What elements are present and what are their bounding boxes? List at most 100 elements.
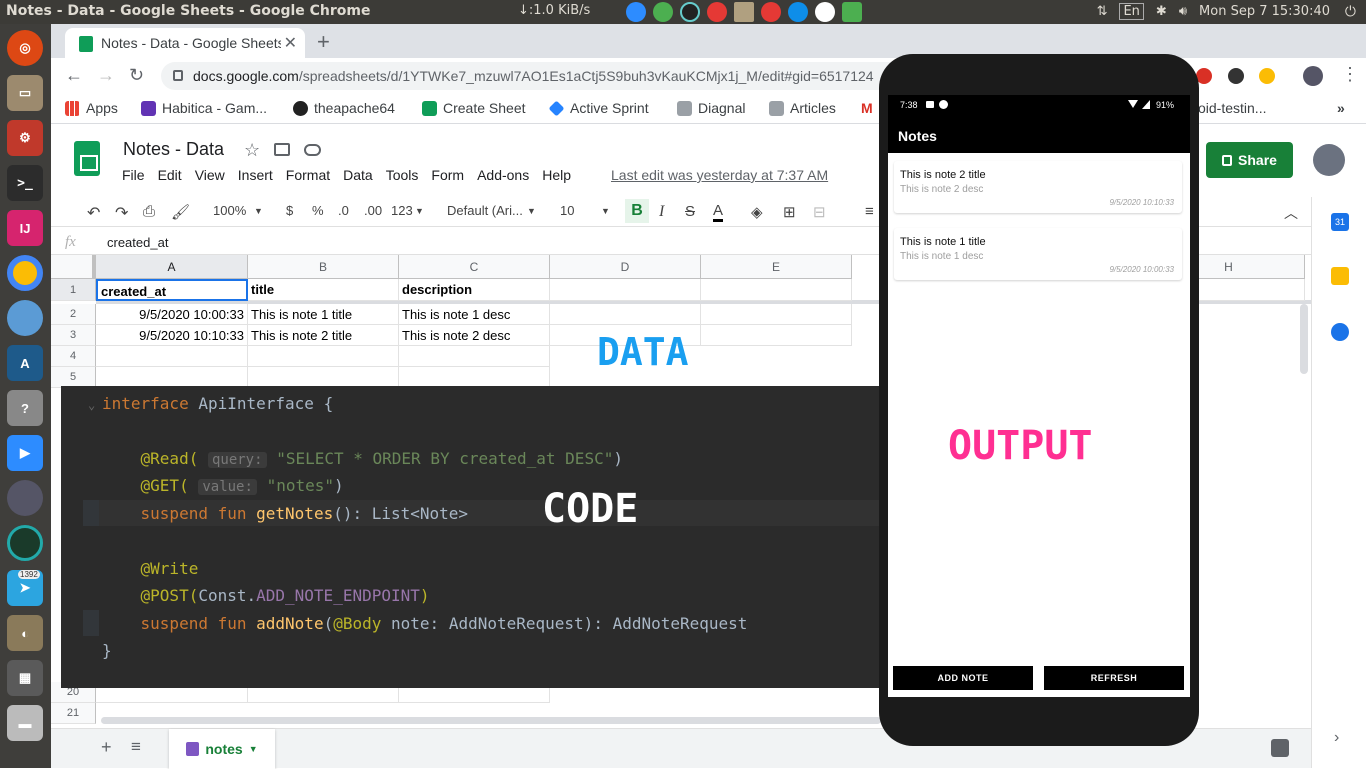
- row-header-2[interactable]: 2: [51, 304, 96, 325]
- expand-panel-icon[interactable]: ›: [1334, 729, 1339, 747]
- reload-icon[interactable]: ↻: [129, 65, 144, 86]
- keyboard-layout[interactable]: En: [1119, 3, 1144, 20]
- menu-form[interactable]: Form: [431, 167, 464, 183]
- bookmark-diagnal[interactable]: Diagnal: [677, 100, 745, 116]
- bookmark-habitica[interactable]: Habitica - Gam...: [141, 100, 267, 116]
- power-icon[interactable]: ⏻: [1345, 3, 1356, 20]
- menu-data[interactable]: Data: [343, 167, 373, 183]
- globe-icon[interactable]: [7, 525, 43, 561]
- sheets-logo-icon[interactable]: [74, 141, 100, 176]
- files-icon[interactable]: ▭: [7, 75, 43, 111]
- workspace-icon[interactable]: ▦: [7, 660, 43, 696]
- font-select[interactable]: Default (Ari...: [447, 203, 523, 218]
- cell-b3[interactable]: This is note 2 title: [248, 325, 399, 346]
- teamviewer-tray-icon[interactable]: [788, 2, 808, 22]
- last-edit-link[interactable]: Last edit was yesterday at 7:37 AM: [611, 167, 828, 183]
- cell-a1[interactable]: created_at: [96, 279, 248, 301]
- menu-addons[interactable]: Add-ons: [477, 167, 529, 183]
- cell-a2[interactable]: 9/5/2020 10:00:33: [96, 304, 248, 325]
- column-header-b[interactable]: B: [248, 255, 399, 279]
- redo-icon[interactable]: ↷: [115, 203, 128, 223]
- star-icon[interactable]: ☆: [244, 140, 260, 161]
- cloud-status-icon[interactable]: [304, 144, 321, 156]
- note-card[interactable]: This is note 1 title This is note 1 desc…: [894, 228, 1182, 280]
- vertical-scrollbar[interactable]: [1300, 304, 1308, 374]
- bookmark-active-sprint[interactable]: Active Sprint: [548, 100, 649, 116]
- font-size-select[interactable]: 10: [560, 203, 574, 218]
- increase-decimal-button[interactable]: .00: [364, 203, 382, 218]
- horizontal-scrollbar[interactable]: [101, 717, 881, 724]
- clipboard-tray-icon[interactable]: [734, 2, 754, 22]
- cell-a3[interactable]: 9/5/2020 10:10:33: [96, 325, 248, 346]
- keep-icon[interactable]: [1331, 267, 1349, 285]
- menu-format[interactable]: Format: [286, 167, 330, 183]
- merge-cells-icon[interactable]: ⊟: [813, 203, 826, 221]
- fire-tray-icon[interactable]: [707, 2, 727, 22]
- collapse-toolbar-icon[interactable]: ︿: [1284, 203, 1298, 223]
- android-studio-icon[interactable]: A: [7, 345, 43, 381]
- text-color-button[interactable]: A: [713, 203, 724, 222]
- bookmark-apps[interactable]: Apps: [65, 100, 118, 116]
- cell-c5[interactable]: [399, 367, 550, 388]
- account-avatar[interactable]: [1313, 144, 1345, 176]
- tab-notes-data[interactable]: Notes - Data - Google Sheets ✕: [65, 28, 305, 58]
- cell-c3[interactable]: This is note 2 desc: [399, 325, 550, 346]
- column-header-d[interactable]: D: [550, 255, 701, 279]
- menu-help[interactable]: Help: [542, 167, 571, 183]
- add-note-button[interactable]: ADD NOTE: [893, 666, 1033, 690]
- chrome-menu-icon[interactable]: ⋮: [1341, 64, 1359, 85]
- row-header-5[interactable]: 5: [51, 367, 96, 388]
- strikethrough-button[interactable]: S: [685, 203, 695, 220]
- cell-c1[interactable]: description: [399, 279, 550, 301]
- menu-view[interactable]: View: [195, 167, 225, 183]
- slack-tray-icon[interactable]: [815, 2, 835, 22]
- bookmark-articles[interactable]: Articles: [769, 100, 836, 116]
- column-header-a[interactable]: A: [96, 255, 248, 279]
- cell-e1[interactable]: [701, 279, 852, 301]
- forward-icon[interactable]: →: [97, 65, 115, 86]
- ubuntu-icon[interactable]: ◎: [7, 30, 43, 66]
- explore-icon[interactable]: [1271, 739, 1289, 757]
- terminal-icon[interactable]: >_: [7, 165, 43, 201]
- more-formats-select[interactable]: 123: [391, 203, 413, 218]
- volume-icon[interactable]: 🔊︎: [1179, 4, 1187, 19]
- unknown-app-icon[interactable]: ?: [7, 390, 43, 426]
- transfer-icon[interactable]: ⇅: [1097, 4, 1108, 19]
- notify-tray-icon[interactable]: [761, 2, 781, 22]
- fold-icon[interactable]: ⌄: [88, 398, 95, 412]
- cell-a4[interactable]: [96, 346, 248, 367]
- row-header-4[interactable]: 4: [51, 346, 96, 367]
- refresh-button[interactable]: REFRESH: [1044, 666, 1184, 690]
- globe-tray-icon[interactable]: [680, 2, 700, 22]
- column-header-e[interactable]: E: [701, 255, 852, 279]
- tasks-icon[interactable]: [1331, 323, 1349, 341]
- currency-format-button[interactable]: $: [286, 203, 293, 218]
- back-icon[interactable]: ←: [65, 65, 83, 86]
- check-tray-icon[interactable]: [842, 2, 862, 22]
- menu-edit[interactable]: Edit: [158, 167, 182, 183]
- row-header-3[interactable]: 3: [51, 325, 96, 346]
- menu-file[interactable]: File: [122, 167, 145, 183]
- print-icon[interactable]: ⎙: [143, 203, 155, 220]
- cell-b1[interactable]: title: [248, 279, 399, 301]
- screensaver-icon[interactable]: [7, 480, 43, 516]
- cell-b4[interactable]: [248, 346, 399, 367]
- chrome-icon[interactable]: [7, 255, 43, 291]
- cell-c2[interactable]: This is note 1 desc: [399, 304, 550, 325]
- clock[interactable]: Mon Sep 7 15:30:40: [1199, 4, 1330, 19]
- cell-a5[interactable]: [96, 367, 248, 388]
- profile-avatar-icon[interactable]: [1303, 66, 1323, 86]
- cell-d2[interactable]: [550, 304, 701, 325]
- bookmark-create-sheet[interactable]: Create Sheet: [422, 100, 526, 116]
- close-tab-icon[interactable]: ✕: [284, 33, 297, 53]
- zoom-icon[interactable]: ▶: [7, 435, 43, 471]
- share-button[interactable]: Share: [1206, 142, 1293, 178]
- formula-input[interactable]: created_at: [107, 235, 168, 250]
- chromium-icon[interactable]: [7, 300, 43, 336]
- row-header-1[interactable]: 1: [51, 279, 96, 301]
- sheet-tab-notes[interactable]: notes ▼: [169, 729, 275, 769]
- all-sheets-icon[interactable]: ≡: [131, 737, 141, 757]
- gimp-icon[interactable]: ◐: [7, 615, 43, 651]
- more-bookmarks-icon[interactable]: »: [1337, 100, 1345, 116]
- chart-extension-icon[interactable]: [1259, 68, 1275, 84]
